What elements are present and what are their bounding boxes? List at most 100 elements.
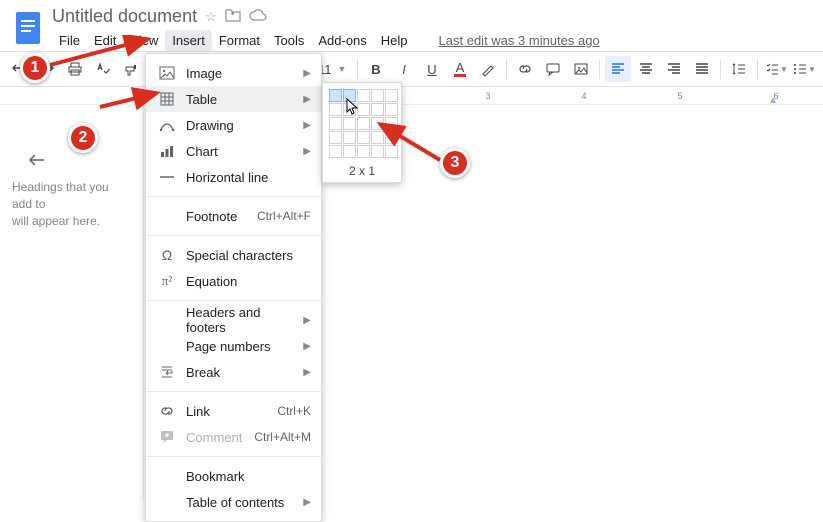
table-cell[interactable]	[329, 145, 342, 158]
table-cell[interactable]	[385, 117, 398, 130]
document-area: Headings that you add to will appear her…	[0, 105, 823, 501]
chevron-right-icon: ▶	[303, 94, 311, 105]
highlight-button[interactable]	[475, 56, 501, 82]
insert-menu-item-footnote[interactable]: FootnoteCtrl+Alt+F	[146, 203, 321, 229]
table-cell[interactable]	[357, 131, 370, 144]
menu-edit[interactable]: Edit	[87, 30, 123, 51]
menu-file[interactable]: File	[52, 30, 87, 51]
line-spacing-button[interactable]	[726, 56, 752, 82]
insert-menu-item-horizontal-line[interactable]: Horizontal line	[146, 164, 321, 190]
table-cell[interactable]	[385, 131, 398, 144]
table-cell[interactable]	[343, 145, 356, 158]
table-cell[interactable]	[385, 89, 398, 102]
align-left-button[interactable]	[605, 56, 631, 82]
chevron-right-icon: ▶	[303, 367, 311, 378]
insert-menu-item-special-characters[interactable]: Ω Special characters	[146, 242, 321, 268]
paint-format-button[interactable]	[118, 56, 144, 82]
table-cell[interactable]	[357, 145, 370, 158]
menu-item-label: Special characters	[186, 248, 311, 263]
comment-icon	[158, 430, 176, 444]
menu-view[interactable]: View	[123, 30, 165, 51]
align-justify-button[interactable]	[689, 56, 715, 82]
insert-menu-item-bookmark[interactable]: Bookmark	[146, 463, 321, 489]
cloud-icon[interactable]	[249, 9, 267, 24]
menu-item-label: Break	[186, 365, 293, 380]
insert-menu-dropdown: Image▶Table▶Drawing▶Chart▶Horizontal lin…	[145, 53, 322, 522]
menu-help[interactable]: Help	[374, 30, 415, 51]
menu-addons[interactable]: Add-ons	[311, 30, 373, 51]
docs-logo[interactable]	[10, 6, 46, 50]
underline-button[interactable]: U	[419, 56, 445, 82]
insert-menu-item-chart[interactable]: Chart ▶	[146, 138, 321, 164]
table-cell[interactable]	[329, 131, 342, 144]
image-icon	[158, 66, 176, 80]
table-cell[interactable]	[371, 117, 384, 130]
cursor-icon	[346, 98, 360, 116]
menu-insert[interactable]: Insert	[165, 30, 212, 51]
menu-item-label: Horizontal line	[186, 170, 311, 185]
table-cell[interactable]	[343, 131, 356, 144]
insert-comment-button[interactable]	[540, 56, 566, 82]
pi-icon: π²	[158, 273, 176, 289]
bulleted-list-button[interactable]: ▼	[791, 56, 817, 82]
align-center-button[interactable]	[633, 56, 659, 82]
print-button[interactable]	[62, 56, 88, 82]
insert-menu-item-link[interactable]: LinkCtrl+K	[146, 398, 321, 424]
insert-menu-item-comment: CommentCtrl+Alt+M	[146, 424, 321, 450]
toolbar: ▼ 11▼ B I U A ▼ ▼	[0, 51, 823, 87]
chevron-right-icon: ▶	[303, 120, 311, 131]
table-cell[interactable]	[371, 145, 384, 158]
annotation-callout-1: 1	[20, 53, 50, 83]
menu-item-label: Bookmark	[186, 469, 311, 484]
last-edit-link[interactable]: Last edit was 3 minutes ago	[439, 33, 600, 48]
table-cell[interactable]	[329, 89, 342, 102]
menu-format[interactable]: Format	[212, 30, 267, 51]
table-cell[interactable]	[371, 131, 384, 144]
chevron-right-icon: ▶	[303, 68, 311, 79]
outline-back-icon[interactable]	[28, 153, 46, 170]
insert-menu-item-drawing[interactable]: Drawing▶	[146, 112, 321, 138]
menu-item-label: Table of contents	[186, 495, 293, 510]
insert-menu-item-break[interactable]: Break ▶	[146, 359, 321, 385]
table-cell[interactable]	[357, 117, 370, 130]
insert-menu-item-image[interactable]: Image ▶	[146, 60, 321, 86]
table-cell[interactable]	[371, 103, 384, 116]
menu-item-label: Page numbers	[186, 339, 293, 354]
insert-image-button[interactable]	[568, 56, 594, 82]
bold-button[interactable]: B	[363, 56, 389, 82]
document-title[interactable]: Untitled document	[52, 6, 197, 27]
annotation-callout-3: 3	[440, 148, 470, 178]
table-cell[interactable]	[385, 103, 398, 116]
menu-tools[interactable]: Tools	[267, 30, 311, 51]
menu-item-label: Chart	[186, 144, 293, 159]
ruler[interactable]: 1 2 3 4 5 6	[0, 87, 823, 105]
svg-text:3: 3	[485, 91, 490, 101]
align-right-button[interactable]	[661, 56, 687, 82]
omega-icon: Ω	[158, 247, 176, 263]
menu-item-label: Table	[186, 92, 293, 107]
table-cell[interactable]	[343, 117, 356, 130]
link-icon	[158, 405, 176, 417]
italic-button[interactable]: I	[391, 56, 417, 82]
outline-pane: Headings that you add to will appear her…	[0, 105, 144, 501]
insert-link-button[interactable]	[512, 56, 538, 82]
svg-text:5: 5	[677, 91, 682, 101]
text-color-button[interactable]: A	[447, 56, 473, 82]
insert-menu-item-table[interactable]: Table ▶	[146, 86, 321, 112]
move-icon[interactable]	[225, 8, 241, 25]
table-cell[interactable]	[329, 117, 342, 130]
insert-menu-item-equation[interactable]: π²Equation	[146, 268, 321, 294]
table-cell[interactable]	[371, 89, 384, 102]
chevron-right-icon: ▶	[303, 146, 311, 157]
spellcheck-button[interactable]	[90, 56, 116, 82]
menu-item-label: Image	[186, 66, 293, 81]
table-size-picker[interactable]: 2 x 1	[322, 82, 402, 183]
menu-item-label: Comment	[186, 430, 244, 445]
table-cell[interactable]	[385, 145, 398, 158]
checklist-button[interactable]: ▼	[763, 56, 789, 82]
star-icon[interactable]: ☆	[205, 9, 217, 25]
insert-menu-item-table-of-contents[interactable]: Table of contents▶	[146, 489, 321, 515]
table-cell[interactable]	[329, 103, 342, 116]
insert-menu-item-headers-and-footers[interactable]: Headers and footers▶	[146, 307, 321, 333]
insert-menu-item-page-numbers[interactable]: Page numbers▶	[146, 333, 321, 359]
